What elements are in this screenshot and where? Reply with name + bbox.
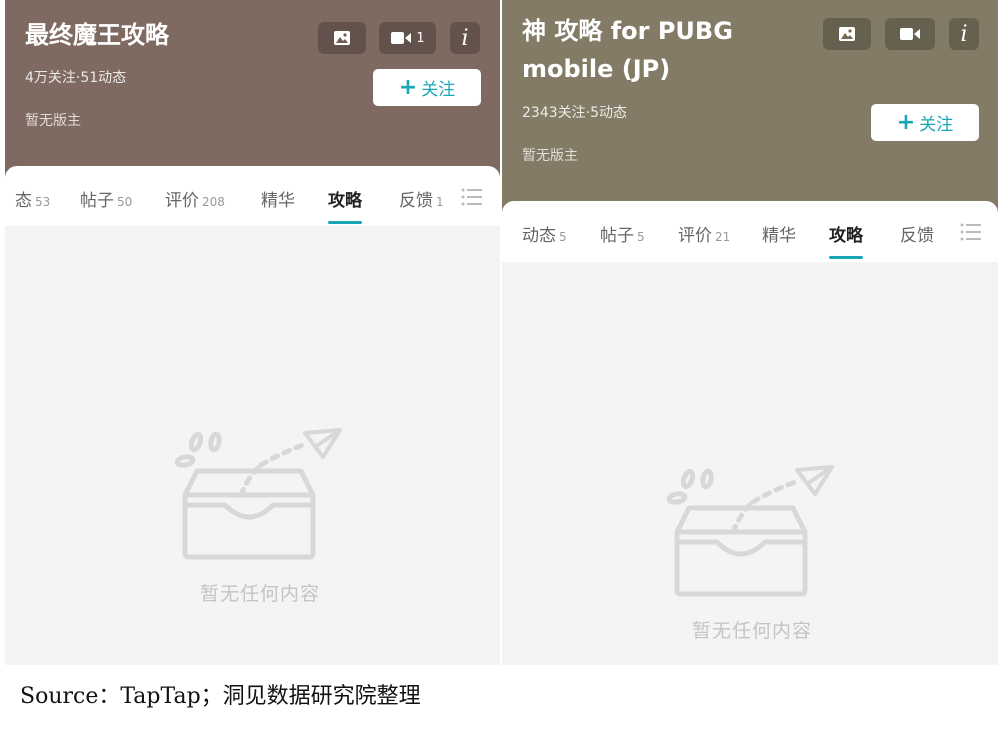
left-tab-bar: 态 53 帖子 50 评价 208 精华 攻略 反馈 1 xyxy=(5,166,500,226)
right-empty-state: 暂无任何内容 xyxy=(657,462,847,643)
info-icon: i xyxy=(461,25,469,51)
left-image-button[interactable] xyxy=(318,22,366,54)
right-empty-text: 暂无任何内容 xyxy=(691,620,812,642)
right-screenshot-panel: 神 攻略 for PUBG mobile (JP) 2343关注·5动态 暂无版… xyxy=(502,0,998,665)
left-tab-feedback[interactable]: 反馈 1 xyxy=(399,186,444,211)
video-icon xyxy=(391,32,412,44)
right-info-button[interactable]: i xyxy=(949,18,979,50)
left-header: 最终魔王攻略 4万关注·51动态 暂无版主 1 i + 关注 xyxy=(5,0,500,182)
right-image-button[interactable] xyxy=(823,18,871,50)
right-video-button[interactable] xyxy=(885,18,935,50)
left-video-count: 1 xyxy=(416,30,425,46)
left-stats: 4万关注·51动态 xyxy=(25,70,127,86)
left-follow-button[interactable]: + 关注 xyxy=(373,69,481,106)
left-empty-text: 暂无任何内容 xyxy=(199,583,320,605)
left-tab-guides[interactable]: 攻略 xyxy=(328,186,362,224)
image-icon xyxy=(839,27,855,41)
video-icon xyxy=(900,28,920,40)
left-screenshot-panel: 最终魔王攻略 4万关注·51动态 暂无版主 1 i + 关注 态 53 帖子 5… xyxy=(5,0,500,665)
left-tab-dynamics[interactable]: 态 53 xyxy=(15,186,50,211)
paper-plane-icon xyxy=(303,428,342,459)
list-menu-icon[interactable] xyxy=(461,188,483,206)
right-follow-label: 关注 xyxy=(919,115,954,135)
right-moderator: 暂无版主 xyxy=(522,148,578,164)
right-tab-guides[interactable]: 攻略 xyxy=(829,221,863,259)
empty-inbox-icon xyxy=(174,428,342,560)
left-info-button[interactable]: i xyxy=(450,22,480,54)
right-follow-button[interactable]: + 关注 xyxy=(871,104,979,141)
left-video-button[interactable]: 1 xyxy=(379,22,436,54)
right-tab-dynamics[interactable]: 动态 5 xyxy=(522,221,567,246)
right-tab-posts[interactable]: 帖子 5 xyxy=(600,221,645,246)
right-game-title: 神 攻略 for PUBG mobile (JP) xyxy=(522,17,733,83)
right-stats: 2343关注·5动态 xyxy=(522,105,627,121)
right-tab-bar: 动态 5 帖子 5 评价 21 精华 攻略 反馈 xyxy=(502,201,998,262)
plus-icon: + xyxy=(896,109,916,135)
left-active-tab-indicator xyxy=(328,221,362,224)
right-header: 神 攻略 for PUBG mobile (JP) 2343关注·5动态 暂无版… xyxy=(502,0,998,218)
empty-inbox-icon xyxy=(666,465,834,597)
left-game-title: 最终魔王攻略 xyxy=(25,21,169,49)
left-empty-state: 暂无任何内容 xyxy=(165,425,355,606)
plus-icon: + xyxy=(398,74,418,100)
right-active-tab-indicator xyxy=(829,256,863,259)
source-caption: Source：TapTap；洞见数据研究院整理 xyxy=(20,684,421,709)
paper-plane-icon xyxy=(795,465,834,496)
left-tab-posts[interactable]: 帖子 50 xyxy=(80,186,132,211)
right-tab-feedback[interactable]: 反馈 xyxy=(900,221,934,246)
left-tab-reviews[interactable]: 评价 208 xyxy=(165,186,225,211)
left-moderator: 暂无版主 xyxy=(25,113,81,129)
list-menu-icon[interactable] xyxy=(960,223,982,241)
left-follow-label: 关注 xyxy=(421,80,456,100)
left-tab-featured[interactable]: 精华 xyxy=(261,186,295,211)
right-tab-featured[interactable]: 精华 xyxy=(762,221,796,246)
right-tab-reviews[interactable]: 评价 21 xyxy=(678,221,730,246)
info-icon: i xyxy=(960,21,968,47)
image-icon xyxy=(334,31,350,45)
